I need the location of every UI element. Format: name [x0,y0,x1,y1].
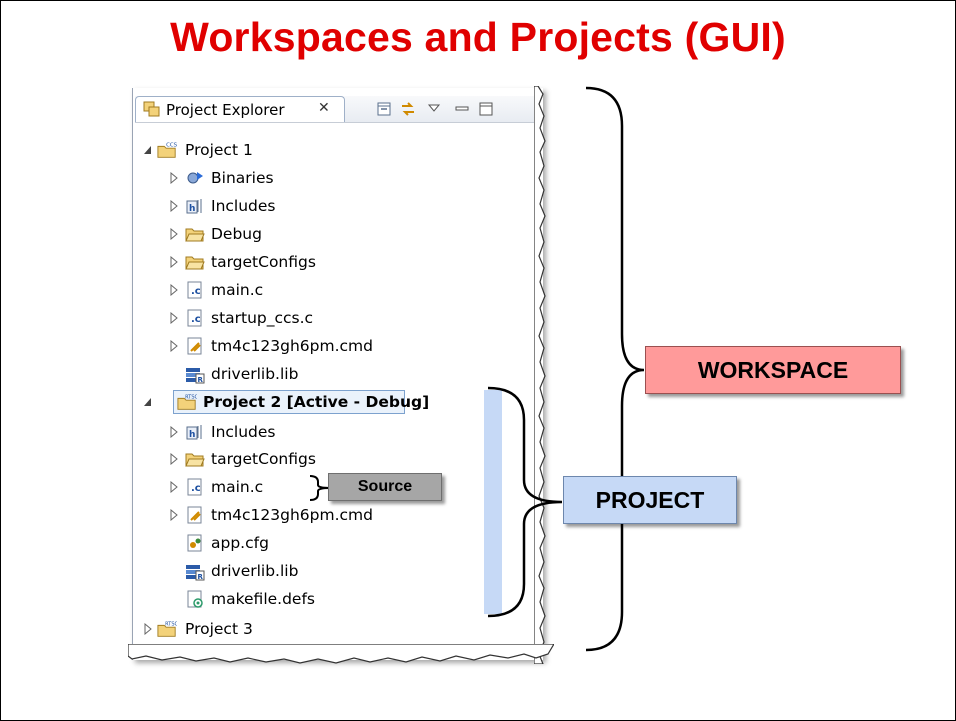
cfg-file-icon [187,534,202,552]
tree-item-label: Debug [211,225,262,243]
svg-text:RTSC: RTSC [165,621,177,627]
collapsed-arrow-icon[interactable] [169,340,179,352]
makefile-icon [187,590,203,608]
tree-item-label: tm4c123gh6pm.cmd [211,506,373,524]
tree-item-project-2[interactable]: RTSC Project 2 [Active - Debug] [143,390,443,415]
c-file-icon: .c [187,281,202,299]
tree-item-driverlib[interactable]: R driverlib.lib [169,560,429,584]
tree-item-startup-ccs-c[interactable]: .c startup_ccs.c [169,307,429,331]
binaries-icon [187,172,203,184]
c-file-icon: .c [187,309,202,327]
maximize-icon[interactable] [477,100,495,118]
folder-icon [185,256,205,270]
tree-item-label: Binaries [211,169,274,187]
tree-item-targetconfigs[interactable]: targetConfigs [169,251,429,275]
panel-header: Project Explorer ✕ [135,96,535,123]
tree-item-label: Project 1 [185,141,253,159]
tree-item-label: main.c [211,281,264,299]
workspace-label: WORKSPACE [645,346,901,394]
svg-text:CCS: CCS [166,142,177,148]
tree-item-binaries[interactable]: Binaries [169,167,429,191]
tree-item-label: tm4c123gh6pm.cmd [211,337,373,355]
close-icon[interactable]: ✕ [318,99,330,116]
svg-text:.c: .c [191,286,201,297]
collapsed-arrow-icon[interactable] [169,200,179,212]
torn-edge-bottom [128,644,554,664]
collapsed-arrow-icon[interactable] [169,284,179,296]
tree-item-targetconfigs[interactable]: targetConfigs [169,448,429,472]
minimize-icon[interactable] [453,100,471,118]
lib-file-icon: R [186,565,205,581]
tree-item-includes[interactable]: h Includes [169,421,429,445]
collapsed-arrow-icon[interactable] [169,453,179,465]
folder-icon [185,228,205,242]
project-explorer-icon [143,101,160,117]
collapsed-arrow-icon[interactable] [169,228,179,240]
collapse-all-icon[interactable] [375,100,393,118]
workspace-brace [585,86,645,652]
tree-item-label: startup_ccs.c [211,309,314,327]
tree-item-cmd-file[interactable]: tm4c123gh6pm.cmd [169,504,429,528]
tree-item-label: driverlib.lib [211,365,299,383]
svg-text:h: h [189,430,195,440]
svg-text:R: R [198,376,204,384]
includes-icon: h [186,425,202,440]
collapsed-arrow-icon[interactable] [169,256,179,268]
tree-item-label: Project 2 [Active - Debug] [203,393,430,411]
rtsc-project-icon: RTSC [177,394,197,410]
tree-item-app-cfg[interactable]: app.cfg [169,532,429,556]
link-with-editor-icon[interactable] [399,100,417,118]
svg-text:h: h [189,204,195,214]
project-label: PROJECT [563,476,737,524]
tree-item-makefile-defs[interactable]: makefile.defs [169,588,429,612]
tree-item-label: app.cfg [211,534,269,552]
tab-label: Project Explorer [166,101,285,119]
collapsed-arrow-icon[interactable] [169,509,179,521]
cmd-file-icon [187,337,202,355]
tree-item-main-c[interactable]: .c main.c [169,476,319,500]
tree-item-includes[interactable]: h Includes [169,195,429,219]
lib-file-icon: R [186,368,205,384]
tree-item-label: Project 3 [185,620,253,638]
tree-item-label: main.c [211,478,264,496]
collapsed-arrow-icon[interactable] [169,426,179,438]
collapsed-arrow-icon[interactable] [169,172,179,184]
collapsed-arrow-icon[interactable] [143,623,153,635]
tree-item-label: Includes [211,197,276,215]
view-menu-icon[interactable] [425,100,443,118]
expanded-arrow-icon[interactable] [143,144,153,156]
tree-item-project-3[interactable]: RTSC Project 3 [143,618,443,642]
tree-item-main-c[interactable]: .c main.c [169,279,429,303]
folder-icon [185,453,205,467]
expanded-arrow-icon[interactable] [143,396,153,408]
svg-text:R: R [198,573,204,581]
tree-item-label: makefile.defs [211,590,315,608]
tree-item-cmd-file[interactable]: tm4c123gh6pm.cmd [169,335,429,359]
project-brace [487,386,563,618]
cmd-file-icon [187,506,202,524]
collapsed-arrow-icon[interactable] [169,312,179,324]
ccs-project-icon: CCS [157,142,177,158]
source-label: Source [328,473,442,501]
includes-icon: h [186,199,202,214]
svg-text:.c: .c [191,314,201,325]
tree-item-label: driverlib.lib [211,562,299,580]
tree-item-project-1[interactable]: CCS Project 1 [143,139,443,163]
project-explorer-panel: Project Explorer ✕ CCS Project 1 Binarie… [132,88,543,660]
tree-item-label: targetConfigs [211,253,316,271]
rtsc-project-icon: RTSC [157,621,177,637]
tree-item-debug[interactable]: Debug [169,223,429,247]
svg-text:RTSC: RTSC [185,394,197,400]
tree-item-label: targetConfigs [211,450,316,468]
tab-project-explorer[interactable]: Project Explorer ✕ [135,96,345,122]
svg-text:.c: .c [191,483,201,494]
tree-item-driverlib[interactable]: R driverlib.lib [169,363,429,387]
tree-item-label: Includes [211,423,276,441]
collapsed-arrow-icon[interactable] [169,481,179,493]
c-file-icon: .c [187,478,202,496]
slide-title: Workspaces and Projects (GUI) [170,14,786,60]
